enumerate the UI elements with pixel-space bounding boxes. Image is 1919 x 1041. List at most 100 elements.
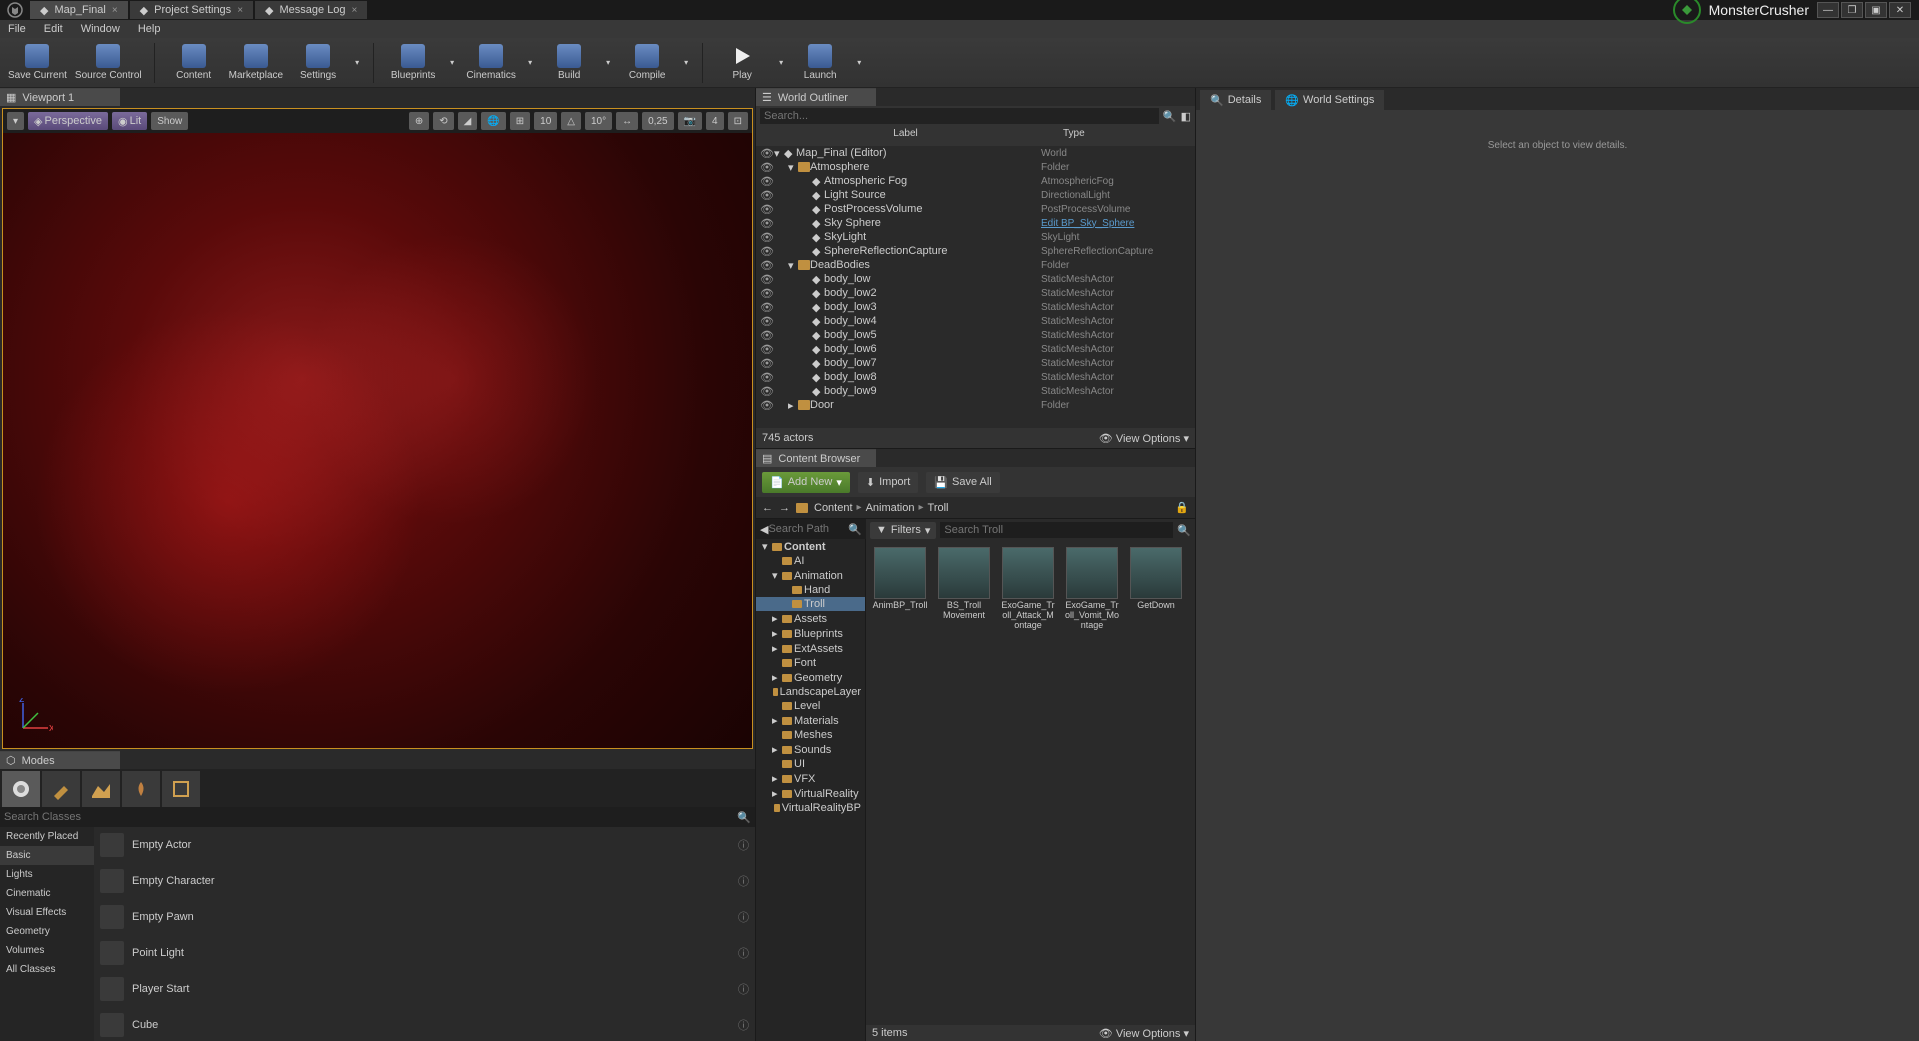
search-icon[interactable]: 🔍 [1163, 110, 1177, 123]
expand-arrow-icon[interactable]: ▸ [772, 787, 780, 800]
grid-snap-toggle[interactable]: ⊞ [510, 112, 530, 130]
landscape-mode-icon[interactable] [82, 771, 120, 807]
modes-tab[interactable]: ⬡ Modes [0, 751, 120, 769]
chevron-down-icon[interactable]: ▾ [682, 58, 690, 67]
visibility-icon[interactable]: 👁 [760, 231, 774, 244]
menu-edit[interactable]: Edit [44, 23, 63, 35]
compile-button[interactable]: Compile [620, 39, 674, 87]
info-icon[interactable]: ⓘ [738, 837, 749, 853]
angle-snap-value[interactable]: 10° [585, 112, 612, 130]
viewport-lit-dropdown[interactable]: ◉Lit [112, 112, 147, 130]
editor-tab[interactable]: ◆Map_Final× [30, 1, 128, 19]
mode-category[interactable]: Cinematic [0, 884, 94, 903]
visibility-icon[interactable]: 👁 [760, 147, 774, 160]
folder-tree-item[interactable]: ▸ VirtualReality [756, 786, 865, 801]
visibility-icon[interactable]: 👁 [760, 301, 774, 314]
play-button[interactable]: Play [715, 39, 769, 87]
visibility-icon[interactable]: 👁 [760, 175, 774, 188]
outliner-row[interactable]: 👁◆ body_lowStaticMeshActor [756, 272, 1195, 286]
folder-tree-item[interactable]: LandscapeLayer [756, 685, 865, 699]
visibility-icon[interactable]: 👁 [760, 343, 774, 356]
info-icon[interactable]: ⓘ [738, 981, 749, 997]
import-button[interactable]: ⬇ Import [858, 472, 918, 493]
mode-category[interactable]: Geometry [0, 922, 94, 941]
marketplace-button[interactable]: Marketplace [229, 39, 283, 87]
paint-mode-icon[interactable] [42, 771, 80, 807]
visibility-icon[interactable]: 👁 [760, 259, 774, 272]
visibility-icon[interactable]: 👁 [760, 217, 774, 230]
outliner-row[interactable]: 👁▸ DoorFolder [756, 398, 1195, 412]
scale-snap-toggle[interactable]: ↔ [616, 112, 638, 130]
outliner-row[interactable]: 👁◆ body_low5StaticMeshActor [756, 328, 1195, 342]
folder-tree-item[interactable]: Level [756, 699, 865, 713]
blueprints-button[interactable]: Blueprints [386, 39, 440, 87]
outliner-row[interactable]: 👁◆ SphereReflectionCaptureSphereReflecti… [756, 244, 1195, 258]
placeable-item[interactable]: Empty Characterⓘ [94, 863, 755, 899]
close-icon[interactable]: × [237, 5, 243, 16]
chevron-down-icon[interactable]: ▾ [777, 58, 785, 67]
visibility-icon[interactable]: 👁 [760, 315, 774, 328]
chevron-down-icon[interactable]: ▾ [526, 58, 534, 67]
expand-arrow-icon[interactable]: ▸ [772, 671, 780, 684]
outliner-filter-icon[interactable]: ◧ [1181, 110, 1191, 123]
breadcrumb-lock-icon[interactable]: 🔒 [1175, 501, 1189, 514]
menu-window[interactable]: Window [81, 23, 120, 35]
world-settings-tab[interactable]: 🌐World Settings [1275, 90, 1384, 110]
add-new-button[interactable]: 📄 Add New ▾ [762, 472, 850, 493]
viewport-options-dropdown[interactable]: ▾ [7, 112, 24, 130]
placeable-item[interactable]: Player Startⓘ [94, 971, 755, 1007]
breadcrumb-folder-icon[interactable] [796, 503, 808, 513]
cb-view-options[interactable]: 👁 View Options ▾ [1099, 1027, 1189, 1040]
expand-arrow-icon[interactable]: ▾ [772, 569, 780, 582]
editor-tab[interactable]: ◆Message Log× [255, 1, 367, 19]
search-icon[interactable]: 🔍 [737, 811, 751, 824]
outliner-row[interactable]: 👁◆ body_low2StaticMeshActor [756, 286, 1195, 300]
filters-dropdown[interactable]: ▼ Filters ▾ [870, 522, 936, 539]
folder-tree-item[interactable]: ▸ Sounds [756, 742, 865, 757]
placeable-item[interactable]: Empty Actorⓘ [94, 827, 755, 863]
viewport-3d-view[interactable]: x z [3, 133, 752, 748]
outliner-row[interactable]: 👁◆ Atmospheric FogAtmosphericFog [756, 174, 1195, 188]
cinematics-button[interactable]: Cinematics [464, 39, 518, 87]
breadcrumb-back-icon[interactable]: ← [762, 502, 773, 514]
viewport-tab[interactable]: ▦ Viewport 1 [0, 88, 120, 106]
outliner-row[interactable]: 👁◆ body_low9StaticMeshActor [756, 384, 1195, 398]
mode-category[interactable]: Visual Effects [0, 903, 94, 922]
asset-item[interactable]: AnimBP_Troll [872, 547, 928, 631]
outliner-row[interactable]: 👁◆ body_low8StaticMeshActor [756, 370, 1195, 384]
asset-item[interactable]: BS_Troll Movement [936, 547, 992, 631]
expand-arrow-icon[interactable]: ▾ [774, 147, 784, 160]
settings-button[interactable]: Settings [291, 39, 345, 87]
expand-arrow-icon[interactable]: ▸ [772, 642, 780, 655]
folder-tree-item[interactable]: ▸ Blueprints [756, 626, 865, 641]
expand-arrow-icon[interactable]: ▸ [772, 714, 780, 727]
placeable-item[interactable]: Empty Pawnⓘ [94, 899, 755, 935]
restore-button[interactable]: ❐ [1841, 2, 1863, 18]
expand-arrow-icon[interactable]: ▸ [788, 399, 798, 412]
chevron-down-icon[interactable]: ▾ [604, 58, 612, 67]
outliner-tab[interactable]: ☰ World Outliner [756, 88, 876, 106]
folder-tree-item[interactable]: UI [756, 757, 865, 771]
source-status-icon[interactable] [1673, 0, 1701, 24]
angle-snap-toggle[interactable]: △ [561, 112, 581, 130]
outliner-row[interactable]: 👁◆ Sky SphereEdit BP_Sky_Sphere [756, 216, 1195, 230]
content-browser-tab[interactable]: ▤ Content Browser [756, 449, 876, 467]
visibility-icon[interactable]: 👁 [760, 161, 774, 174]
expand-arrow-icon[interactable]: ▸ [772, 612, 780, 625]
folder-tree-item[interactable]: ▸ Materials [756, 713, 865, 728]
save-current-button[interactable]: Save Current [8, 39, 67, 87]
transform-mode-icon[interactable]: ⊕ [409, 112, 429, 130]
editor-tab[interactable]: ◆Project Settings× [130, 1, 253, 19]
modes-search-input[interactable] [4, 811, 737, 823]
info-icon[interactable]: ⓘ [738, 909, 749, 925]
folder-tree-item[interactable]: Font [756, 656, 865, 670]
asset-item[interactable]: ExoGame_Troll_Vomit_Montage [1064, 547, 1120, 631]
breadcrumb-forward-icon[interactable]: → [779, 502, 790, 514]
menu-help[interactable]: Help [138, 23, 161, 35]
visibility-icon[interactable]: 👁 [760, 245, 774, 258]
outliner-row[interactable]: 👁◆ SkyLightSkyLight [756, 230, 1195, 244]
outliner-row[interactable]: 👁◆ PostProcessVolumePostProcessVolume [756, 202, 1195, 216]
expand-arrow-icon[interactable]: ▾ [762, 540, 770, 553]
mode-category[interactable]: Recently Placed [0, 827, 94, 846]
breadcrumb-item[interactable]: Troll [928, 502, 949, 514]
